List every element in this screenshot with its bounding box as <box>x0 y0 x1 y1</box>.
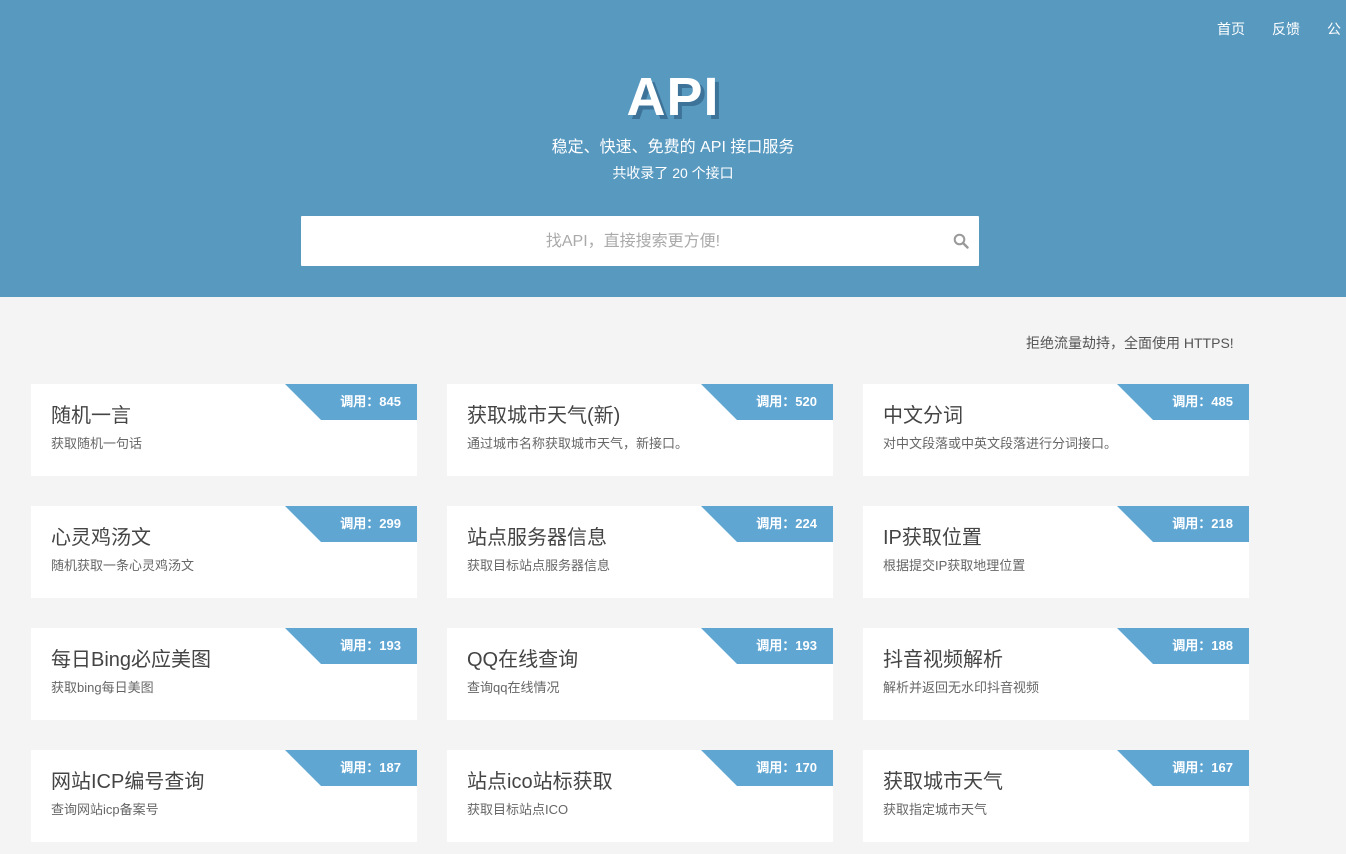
call-count-ribbon: 调用：193 <box>701 628 833 664</box>
call-count: 调用：218 <box>1172 516 1233 531</box>
api-description: 获取bing每日美图 <box>51 680 154 695</box>
api-description: 解析并返回无水印抖音视频 <box>883 680 1040 695</box>
top-nav: 首页 反馈 公 <box>1217 19 1346 39</box>
api-card[interactable]: 调用：485 中文分词 对中文段落或中英文段落进行分词接口。 <box>863 384 1249 476</box>
nav-announcement[interactable]: 公 <box>1327 19 1341 39</box>
api-title: 抖音视频解析 <box>883 649 1003 671</box>
nav-feedback[interactable]: 反馈 <box>1272 19 1300 39</box>
site-tagline: 稳定、快速、免费的 API 接口服务 <box>551 139 795 156</box>
call-count: 调用：299 <box>340 516 401 531</box>
api-description: 获取指定城市天气 <box>883 802 988 817</box>
call-count-ribbon: 调用：845 <box>285 384 417 420</box>
call-count-ribbon: 调用：299 <box>285 506 417 542</box>
api-card[interactable]: 调用：224 站点服务器信息 获取目标站点服务器信息 <box>447 506 833 598</box>
api-card[interactable]: 调用：167 获取城市天气 获取指定城市天气 <box>863 750 1249 842</box>
https-notice: 拒绝流量劫持，全面使用 HTTPS! <box>1026 335 1234 351</box>
api-title: 每日Bing必应美图 <box>51 649 212 671</box>
api-description: 获取目标站点ICO <box>467 802 569 817</box>
api-description: 查询网站icp备案号 <box>51 802 159 817</box>
call-count: 调用：167 <box>1172 760 1233 775</box>
api-title: 站点服务器信息 <box>467 527 607 549</box>
call-count-ribbon: 调用：218 <box>1117 506 1249 542</box>
api-description: 通过城市名称获取城市天气，新接口。 <box>467 436 689 451</box>
call-count: 调用：188 <box>1172 638 1233 653</box>
call-count: 调用：187 <box>340 760 401 775</box>
api-description: 随机获取一条心灵鸡汤文 <box>51 558 195 573</box>
call-count-ribbon: 调用：188 <box>1117 628 1249 664</box>
api-title: 网站ICP编号查询 <box>51 771 205 793</box>
call-count-ribbon: 调用：193 <box>285 628 417 664</box>
api-count: 共收录了 20 个接口 <box>612 165 734 181</box>
api-title: 获取城市天气 <box>883 771 1003 793</box>
api-description: 对中文段落或中英文段落进行分词接口。 <box>883 436 1118 451</box>
api-card[interactable]: 调用：193 每日Bing必应美图 获取bing每日美图 <box>31 628 417 720</box>
call-count: 调用：520 <box>756 394 817 409</box>
api-description: 获取随机一句话 <box>51 436 143 451</box>
site-logo: API <box>626 67 720 127</box>
call-count-ribbon: 调用：520 <box>701 384 833 420</box>
search-icon[interactable] <box>953 233 969 249</box>
api-card[interactable]: 调用：170 站点ico站标获取 获取目标站点ICO <box>447 750 833 842</box>
call-count-ribbon: 调用：224 <box>701 506 833 542</box>
call-count-ribbon: 调用：485 <box>1117 384 1249 420</box>
api-description: 根据提交IP获取地理位置 <box>883 558 1026 573</box>
api-description: 获取目标站点服务器信息 <box>467 558 611 573</box>
call-count-ribbon: 调用：187 <box>285 750 417 786</box>
api-title: 站点ico站标获取 <box>467 771 613 793</box>
call-count: 调用：224 <box>756 516 817 531</box>
api-card[interactable]: 调用：188 抖音视频解析 解析并返回无水印抖音视频 <box>863 628 1249 720</box>
search-input[interactable] <box>321 216 945 268</box>
nav-home[interactable]: 首页 <box>1217 19 1245 39</box>
api-title: IP获取位置 <box>883 527 982 549</box>
call-count: 调用：170 <box>756 760 817 775</box>
api-title: 获取城市天气(新) <box>467 405 621 427</box>
api-card[interactable]: 调用：520 获取城市天气(新) 通过城市名称获取城市天气，新接口。 <box>447 384 833 476</box>
api-card[interactable]: 调用：845 随机一言 获取随机一句话 <box>31 384 417 476</box>
call-count-ribbon: 调用：167 <box>1117 750 1249 786</box>
call-count: 调用：845 <box>340 394 401 409</box>
call-count: 调用：485 <box>1172 394 1233 409</box>
search-box <box>301 216 979 268</box>
api-title: 中文分词 <box>883 405 963 427</box>
api-card[interactable]: 调用：218 IP获取位置 根据提交IP获取地理位置 <box>863 506 1249 598</box>
api-title: 随机一言 <box>51 405 131 427</box>
api-card[interactable]: 调用：299 心灵鸡汤文 随机获取一条心灵鸡汤文 <box>31 506 417 598</box>
api-title: QQ在线查询 <box>467 649 579 671</box>
api-card[interactable]: 调用：193 QQ在线查询 查询qq在线情况 <box>447 628 833 720</box>
api-card[interactable]: 调用：187 网站ICP编号查询 查询网站icp备案号 <box>31 750 417 842</box>
hero-banner: 首页 反馈 公 API 稳定、快速、免费的 API 接口服务 共收录了 20 个… <box>0 0 1346 297</box>
call-count: 调用：193 <box>340 638 401 653</box>
api-title: 心灵鸡汤文 <box>51 527 151 549</box>
api-description: 查询qq在线情况 <box>467 680 560 695</box>
call-count: 调用：193 <box>756 638 817 653</box>
call-count-ribbon: 调用：170 <box>701 750 833 786</box>
